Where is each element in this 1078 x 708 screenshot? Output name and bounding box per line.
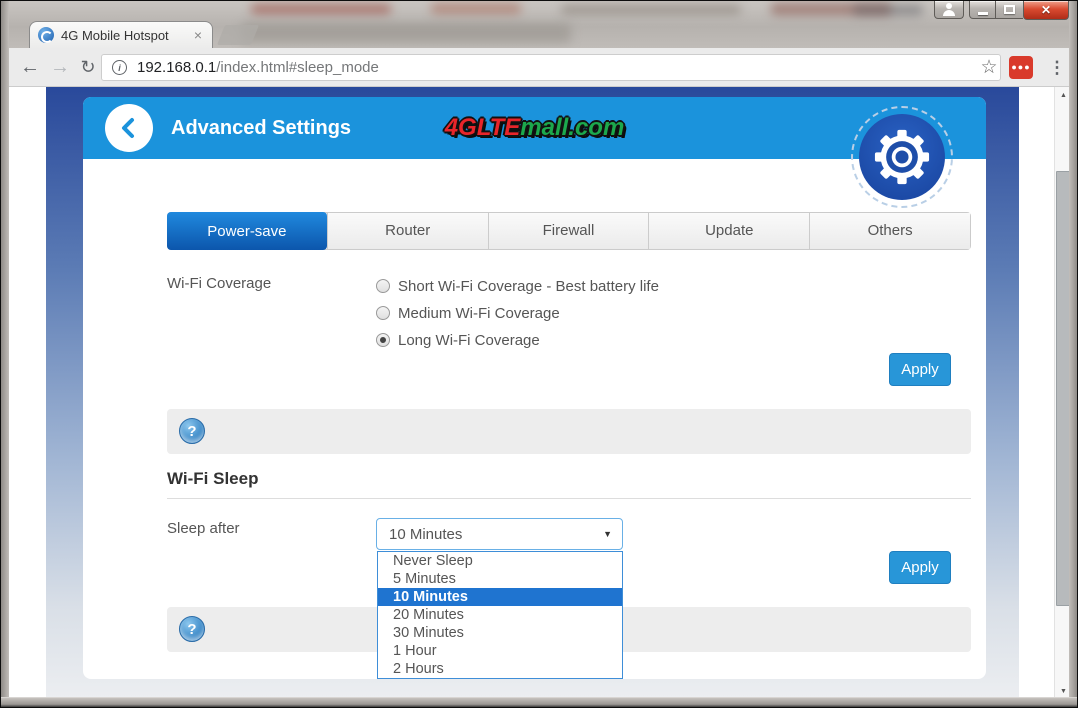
minimize-button[interactable]: [969, 1, 996, 19]
close-icon: ✕: [1041, 4, 1051, 16]
radio-icon[interactable]: [376, 306, 390, 320]
bookmark-star-icon[interactable]: ☆: [975, 48, 1003, 87]
logo-part1: 4GLTE: [445, 114, 521, 141]
url-bar[interactable]: i 192.168.0.1/index.html#sleep_mode: [101, 54, 1001, 81]
profile-button[interactable]: [934, 1, 964, 19]
settings-gear-badge: [851, 106, 953, 208]
chevron-left-icon: [116, 115, 142, 141]
sleep-after-dropdown-list: Never Sleep 5 Minutes 10 Minutes 20 Minu…: [377, 551, 623, 679]
tab-others[interactable]: Others: [809, 213, 970, 249]
extension-dots-icon: ●●●: [1011, 63, 1030, 72]
url-host: 192.168.0.1: [137, 59, 216, 76]
radio-label: Medium Wi-Fi Coverage: [398, 305, 560, 322]
help-icon[interactable]: ?: [179, 616, 205, 642]
url-text[interactable]: 192.168.0.1/index.html#sleep_mode: [137, 59, 379, 76]
settings-tabbar: Power-save Router Firewall Update Others: [167, 212, 971, 250]
select-value: 10 Minutes: [389, 526, 603, 543]
browser-tab[interactable]: 4G Mobile Hotspot ×: [29, 21, 213, 48]
window-frame-right: [1069, 1, 1077, 708]
back-icon[interactable]: ←: [17, 48, 43, 87]
browser-menu-icon[interactable]: ⋮: [1045, 48, 1069, 87]
dropdown-option-never-sleep[interactable]: Never Sleep: [378, 552, 622, 570]
logo-part2: mall.com: [520, 114, 624, 141]
dropdown-option-30-minutes[interactable]: 30 Minutes: [378, 624, 622, 642]
extension-button[interactable]: ●●●: [1009, 56, 1033, 79]
tab-update[interactable]: Update: [648, 213, 809, 249]
dropdown-option-2-hours[interactable]: 2 Hours: [378, 660, 622, 678]
window-frame-bottom: [1, 697, 1078, 707]
background-blur-blob: [241, 23, 571, 43]
apply-sleep-button[interactable]: Apply: [889, 551, 951, 584]
radio-option-long-coverage[interactable]: Long Wi-Fi Coverage: [376, 330, 540, 350]
sleep-after-select[interactable]: 10 Minutes ▼: [376, 518, 623, 550]
forward-icon: →: [47, 48, 73, 87]
wifi-sleep-heading: Wi-Fi Sleep: [167, 469, 971, 499]
screenshot-root: 4G Mobile Hotspot × ✕ ← → ↻ i 192.168.0.…: [0, 0, 1078, 708]
dropdown-option-5-minutes[interactable]: 5 Minutes: [378, 570, 622, 588]
back-button[interactable]: [105, 104, 153, 152]
window-titlebar: 4G Mobile Hotspot × ✕: [1, 1, 1078, 48]
person-icon: [943, 3, 955, 16]
tab-favicon-icon: [38, 27, 54, 43]
radio-label: Short Wi-Fi Coverage - Best battery life: [398, 278, 659, 295]
tab-router[interactable]: Router: [327, 213, 488, 249]
url-path: /index.html#sleep_mode: [216, 59, 379, 76]
page-title: Advanced Settings: [171, 97, 351, 159]
radio-icon-selected[interactable]: [376, 333, 390, 347]
dropdown-option-20-minutes[interactable]: 20 Minutes: [378, 606, 622, 624]
background-blur-blob: [561, 5, 741, 14]
background-blur-blob: [853, 5, 923, 15]
background-blur-blob: [251, 4, 391, 14]
radio-icon[interactable]: [376, 279, 390, 293]
help-band-coverage: ?: [167, 409, 971, 454]
reload-icon[interactable]: ↻: [75, 48, 101, 87]
apply-coverage-button[interactable]: Apply: [889, 353, 951, 386]
settings-card: Advanced Settings 4GLTEmall.com: [83, 97, 986, 679]
chevron-down-icon: ▼: [603, 529, 612, 539]
dropdown-option-1-hour[interactable]: 1 Hour: [378, 642, 622, 660]
maximize-icon: [1004, 5, 1015, 14]
tab-close-icon[interactable]: ×: [192, 28, 204, 42]
tab-title: 4G Mobile Hotspot: [61, 28, 192, 43]
page-info-icon[interactable]: i: [112, 60, 127, 75]
tab-firewall[interactable]: Firewall: [488, 213, 649, 249]
radio-label: Long Wi-Fi Coverage: [398, 332, 540, 349]
wifi-coverage-label: Wi-Fi Coverage: [167, 275, 271, 292]
sleep-after-label: Sleep after: [167, 520, 240, 537]
background-blur-blob: [431, 3, 521, 14]
browser-toolbar: ← → ↻ i 192.168.0.1/index.html#sleep_mod…: [9, 48, 1071, 87]
brand-logo: 4GLTEmall.com: [445, 97, 625, 159]
radio-option-medium-coverage[interactable]: Medium Wi-Fi Coverage: [376, 303, 560, 323]
dropdown-option-10-minutes[interactable]: 10 Minutes: [378, 588, 622, 606]
minimize-icon: [978, 12, 988, 15]
gear-icon: [859, 114, 945, 200]
window-frame-left: [1, 1, 9, 708]
tab-power-save[interactable]: Power-save: [167, 212, 327, 250]
close-window-button[interactable]: ✕: [1023, 1, 1069, 20]
help-icon[interactable]: ?: [179, 418, 205, 444]
radio-option-short-coverage[interactable]: Short Wi-Fi Coverage - Best battery life: [376, 276, 659, 296]
page-viewport: Advanced Settings 4GLTEmall.com: [9, 87, 1071, 699]
maximize-button[interactable]: [996, 1, 1023, 19]
